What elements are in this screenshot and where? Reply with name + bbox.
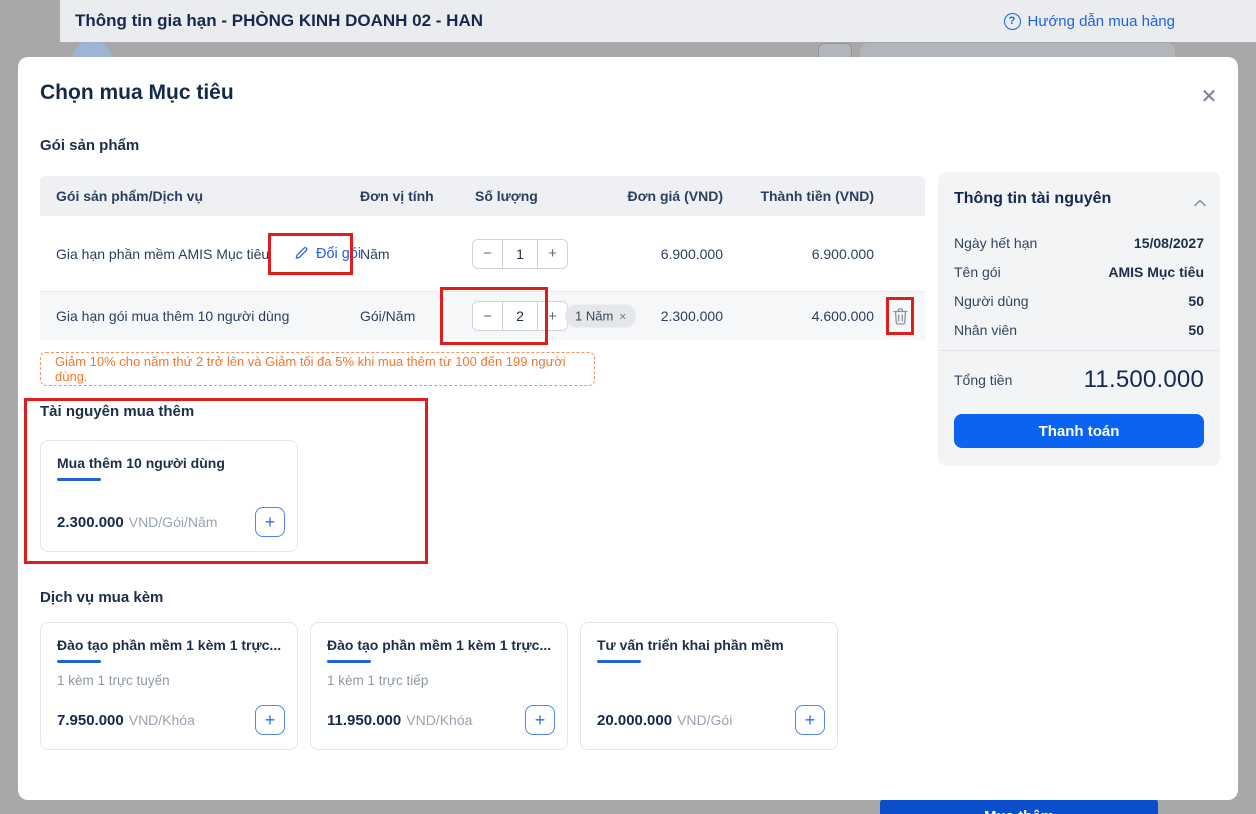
service-price-unit: VND/Khóa bbox=[128, 712, 195, 728]
service-price-unit: VND/Khóa bbox=[406, 712, 473, 728]
line-total: 6.900.000 bbox=[811, 245, 874, 262]
plus-icon: + bbox=[534, 710, 546, 730]
unit-price: 2.300.000 bbox=[660, 308, 723, 324]
plus-icon: + bbox=[264, 512, 276, 532]
product-name: Gia hạn gói mua thêm 10 người dùng bbox=[56, 308, 290, 324]
service-price: 20.000.000 bbox=[597, 711, 673, 729]
service-price-unit: VND/Gói bbox=[677, 712, 733, 728]
divider bbox=[938, 350, 1220, 351]
resource-info-panel: Thông tin tài nguyên Ngày hết hạn 15/08/… bbox=[938, 172, 1220, 466]
resource-info-heading: Thông tin tài nguyên bbox=[954, 190, 1112, 207]
close-icon[interactable]: ✕ bbox=[1196, 83, 1222, 109]
col-header-quantity: Số lượng bbox=[475, 188, 538, 204]
minus-button[interactable]: − bbox=[473, 302, 502, 330]
addon-price-unit: VND/Gói/Năm bbox=[128, 514, 218, 530]
table-row: Gia hạn phần mềm AMIS Mục tiêu Đổi gói N… bbox=[40, 216, 925, 292]
help-link[interactable]: ? Hướng dẫn mua hàng bbox=[1003, 12, 1175, 30]
minus-button[interactable]: − bbox=[473, 239, 502, 268]
services-heading: Dịch vụ mua kèm bbox=[40, 589, 164, 606]
service-card: Tư vấn triển khai phần mềm 20.000.000 VN… bbox=[580, 622, 838, 750]
plus-button[interactable]: + bbox=[538, 302, 567, 330]
plus-icon: + bbox=[264, 710, 276, 730]
summary-label: Người dùng bbox=[954, 292, 1029, 309]
quantity-value[interactable]: 1 bbox=[502, 239, 538, 268]
addon-price: 2.300.000 bbox=[57, 513, 124, 531]
pay-button[interactable]: Thanh toán bbox=[954, 414, 1204, 448]
summary-row: Nhân viên 50 bbox=[954, 315, 1204, 344]
product-name: Gia hạn phần mềm AMIS Mục tiêu bbox=[56, 245, 270, 262]
product-unit: Gói/Năm bbox=[360, 308, 416, 324]
addon-card: Mua thêm 10 người dùng 2.300.000 VND/Gói… bbox=[40, 440, 298, 552]
line-total: 4.600.000 bbox=[811, 308, 874, 324]
service-card: Đào tạo phần mềm 1 kèm 1 trực... 1 kèm 1… bbox=[310, 622, 568, 750]
service-card-title: Đào tạo phần mềm 1 kèm 1 trực... bbox=[57, 637, 281, 653]
change-package-button[interactable]: Đổi gói bbox=[294, 246, 361, 262]
service-price: 7.950.000 bbox=[57, 711, 124, 729]
summary-value: AMIS Mục tiêu bbox=[1108, 263, 1204, 280]
addons-heading: Tài nguyên mua thêm bbox=[40, 403, 195, 420]
product-table: Gói sản phẩm/Dịch vụ Đơn vị tính Số lượn… bbox=[40, 176, 925, 340]
chevron-up-icon[interactable] bbox=[1194, 194, 1206, 212]
screen: Mua thêm Thông tin gia hạn - PHÒNG KINH … bbox=[0, 0, 1256, 814]
add-service-button[interactable]: + bbox=[255, 705, 285, 735]
card-title-underline bbox=[597, 660, 641, 663]
add-service-button[interactable]: + bbox=[525, 705, 555, 735]
total-row: Tổng tiền 11.500.000 bbox=[954, 360, 1204, 400]
card-title-underline bbox=[327, 660, 371, 663]
service-card-subtitle: 1 kèm 1 trực tuyến bbox=[57, 673, 170, 688]
modal-title: Chọn mua Mục tiêu bbox=[40, 81, 234, 104]
col-header-unit: Đơn vị tính bbox=[360, 188, 434, 204]
delete-row-button[interactable] bbox=[890, 305, 910, 327]
addon-card-title: Mua thêm 10 người dùng bbox=[57, 455, 225, 471]
purchase-modal: Chọn mua Mục tiêu ✕ Gói sản phẩm Gói sản… bbox=[18, 57, 1238, 800]
pencil-icon bbox=[295, 247, 308, 259]
change-package-label: Đổi gói bbox=[316, 245, 362, 262]
service-card-title: Đào tạo phần mềm 1 kèm 1 trực... bbox=[327, 637, 551, 653]
promo-note: Giảm 10% cho năm thứ 2 trở lên và Giảm t… bbox=[40, 352, 595, 386]
col-header-product: Gói sản phẩm/Dịch vụ bbox=[56, 188, 204, 204]
quantity-stepper: − 2 + bbox=[472, 301, 568, 331]
add-addon-button[interactable]: + bbox=[255, 507, 285, 537]
card-title-underline bbox=[57, 660, 101, 663]
dimmed-buy-more-button: Mua thêm bbox=[880, 799, 1158, 814]
col-header-unit-price: Đơn giá (VND) bbox=[627, 188, 723, 204]
product-unit: Năm bbox=[360, 245, 390, 262]
total-value: 11.500.000 bbox=[1083, 366, 1204, 393]
trash-icon bbox=[892, 307, 908, 325]
summary-label: Tên gói bbox=[954, 263, 1001, 280]
page-title: Thông tin gia hạn - PHÒNG KINH DOANH 02 … bbox=[75, 11, 483, 30]
service-card-subtitle: 1 kèm 1 trực tiếp bbox=[327, 673, 429, 688]
summary-row: Ngày hết hạn 15/08/2027 bbox=[954, 228, 1204, 257]
total-label: Tổng tiền bbox=[954, 372, 1013, 388]
summary-label: Nhân viên bbox=[954, 321, 1018, 338]
summary-row: Tên gói AMIS Mục tiêu bbox=[954, 257, 1204, 286]
summary-value: 50 bbox=[1188, 321, 1204, 338]
col-header-total: Thành tiền (VND) bbox=[760, 188, 874, 204]
table-row: Gia hạn gói mua thêm 10 người dùng Gói/N… bbox=[40, 292, 925, 340]
products-heading: Gói sản phẩm bbox=[40, 137, 140, 154]
summary-value: 50 bbox=[1188, 292, 1204, 309]
plus-icon: + bbox=[804, 710, 816, 730]
unit-price: 6.900.000 bbox=[660, 245, 723, 262]
summary-label: Ngày hết hạn bbox=[954, 234, 1038, 251]
table-header-row: Gói sản phẩm/Dịch vụ Đơn vị tính Số lượn… bbox=[40, 176, 925, 216]
quantity-stepper: − 1 + bbox=[472, 238, 568, 269]
summary-value: 15/08/2027 bbox=[1133, 234, 1204, 251]
quantity-value[interactable]: 2 bbox=[502, 302, 538, 330]
help-link-label: Hướng dẫn mua hàng bbox=[1027, 12, 1175, 30]
service-card-title: Tư vấn triển khai phần mềm bbox=[597, 637, 784, 653]
card-title-underline bbox=[57, 478, 101, 481]
add-service-button[interactable]: + bbox=[795, 705, 825, 735]
tag-close-icon[interactable]: × bbox=[619, 309, 626, 323]
term-tag[interactable]: 1 Năm × bbox=[565, 304, 637, 328]
plus-button[interactable]: + bbox=[538, 239, 567, 268]
question-circle-icon: ? bbox=[1003, 12, 1021, 30]
service-price: 11.950.000 bbox=[327, 711, 402, 729]
summary-row: Người dùng 50 bbox=[954, 286, 1204, 315]
app-header: Thông tin gia hạn - PHÒNG KINH DOANH 02 … bbox=[60, 0, 1256, 42]
term-tag-label: 1 Năm bbox=[575, 308, 614, 324]
service-card: Đào tạo phần mềm 1 kèm 1 trực... 1 kèm 1… bbox=[40, 622, 298, 750]
